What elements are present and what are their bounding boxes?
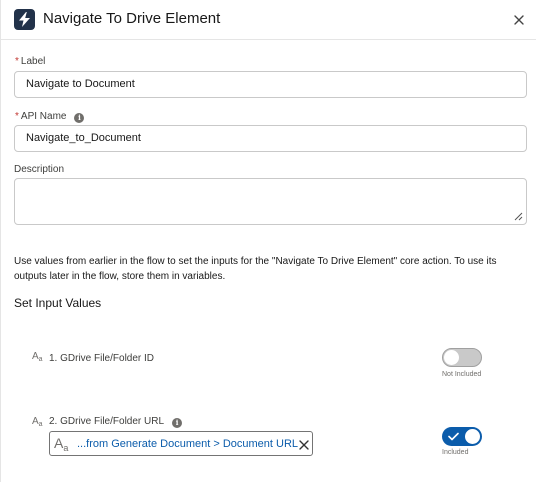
resource-pill-text: ...from Generate Document > Document URL <box>77 438 299 450</box>
required-marker: * <box>15 111 19 122</box>
remove-pill-button[interactable] <box>298 438 310 456</box>
resize-handle-icon[interactable] <box>514 212 523 221</box>
label-input[interactable]: Navigate to Document <box>14 71 527 98</box>
info-icon[interactable]: i <box>74 113 85 123</box>
close-icon[interactable] <box>510 11 528 29</box>
text-type-icon: Aa <box>54 435 69 453</box>
close-icon[interactable] <box>298 439 310 451</box>
close-button[interactable] <box>510 11 528 29</box>
text-type-icon: Aa <box>32 351 43 363</box>
input-label-gdrive-url: 2. GDrive File/Folder URL i <box>49 416 183 428</box>
checkmark-icon <box>448 432 459 441</box>
toggle-status-label: Included <box>442 449 469 456</box>
page-title: Navigate To Drive Element <box>43 10 221 27</box>
api-name-input-value: Navigate_to_Document <box>26 132 141 144</box>
label-input-value: Navigate to Document <box>26 78 135 90</box>
include-toggle-gdrive-id[interactable] <box>442 348 482 367</box>
api-name-input[interactable]: Navigate_to_Document <box>14 125 527 152</box>
toggle-knob <box>444 350 459 365</box>
input-label-text: 2. GDrive File/Folder URL <box>49 416 165 427</box>
resource-pill[interactable]: Aa ...from Generate Document > Document … <box>49 431 313 456</box>
help-text: Use values from earlier in the flow to s… <box>14 256 497 282</box>
text-type-icon: Aa <box>32 416 43 428</box>
description-field-caption: Description <box>14 164 65 175</box>
required-marker: * <box>15 56 19 67</box>
action-editor-panel: Navigate To Drive Element * Label Navigat… <box>0 0 536 482</box>
toggle-status-label: Not Included <box>442 371 482 378</box>
api-name-field-caption: * API Name i <box>15 111 85 123</box>
section-title: Set Input Values <box>14 296 102 310</box>
label-field-caption: * Label <box>15 56 45 67</box>
toggle-knob <box>465 429 480 444</box>
include-toggle-gdrive-url[interactable] <box>442 427 482 446</box>
input-label-gdrive-id: 1. GDrive File/Folder ID <box>49 353 155 364</box>
panel-header: Navigate To Drive Element <box>1 0 536 40</box>
description-textarea[interactable] <box>14 178 527 225</box>
lightning-bolt-icon <box>14 9 35 30</box>
label-caption-text: Label <box>20 56 46 67</box>
api-name-caption-text: API Name <box>20 111 67 122</box>
info-icon[interactable]: i <box>172 418 183 428</box>
